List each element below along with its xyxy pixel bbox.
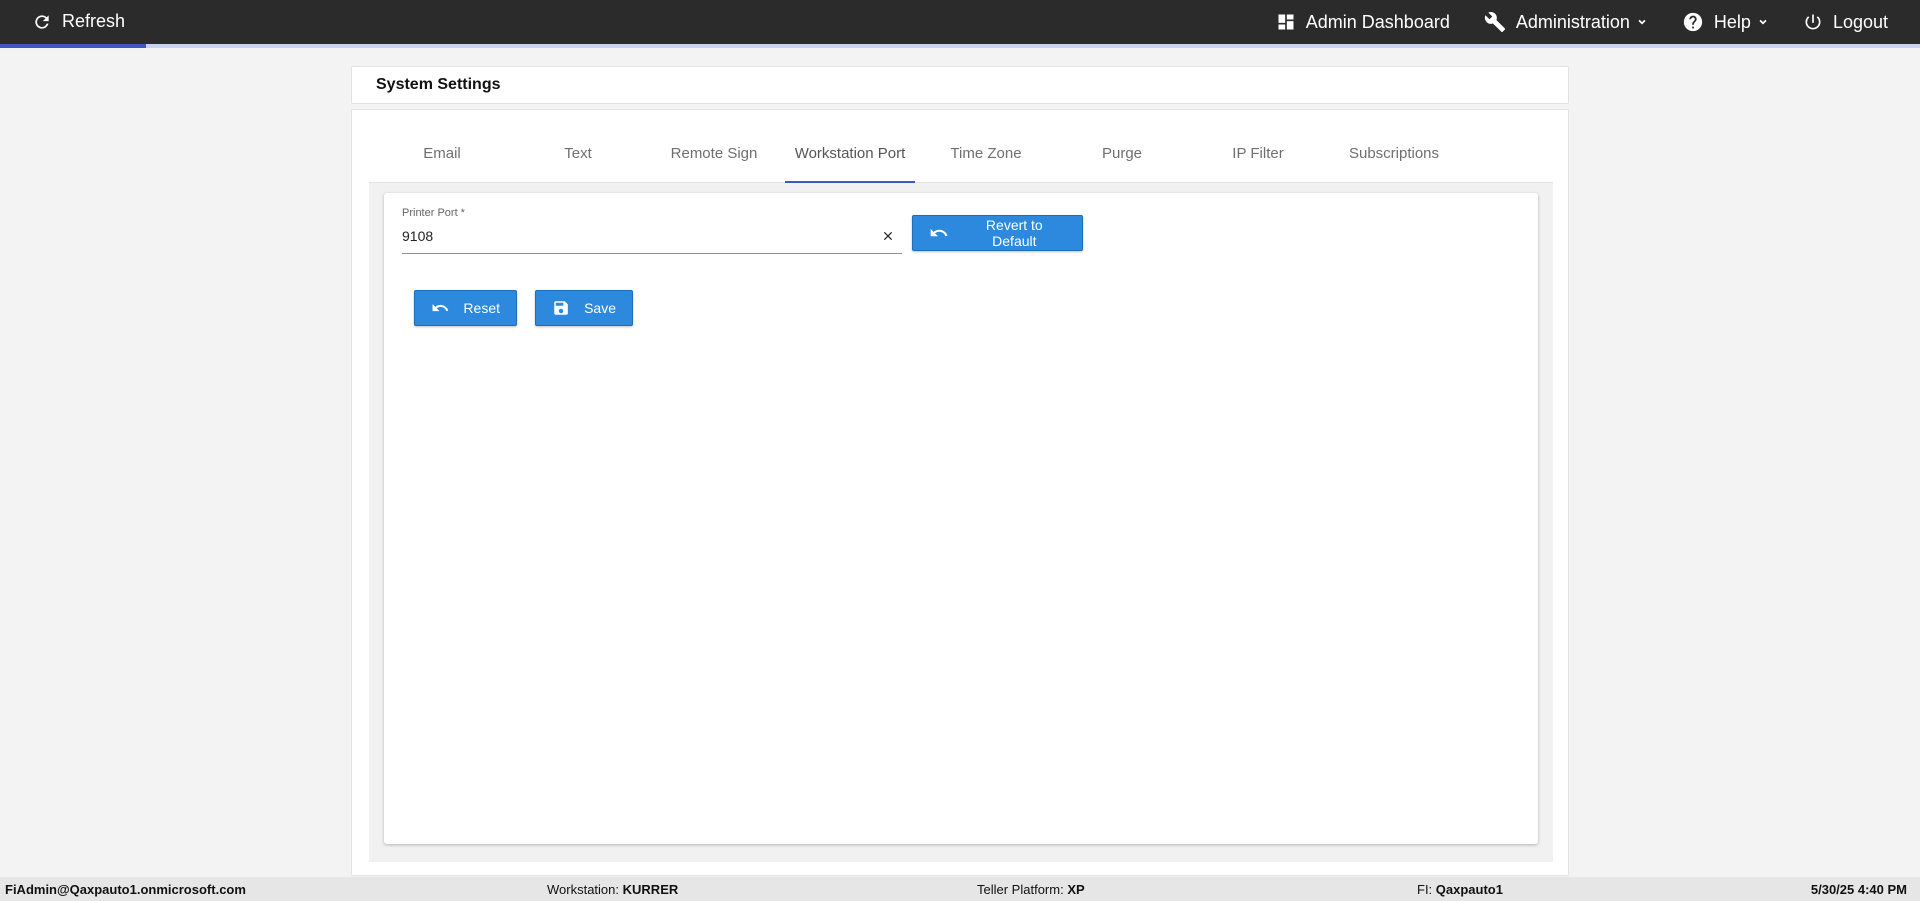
status-footer: FiAdmin@Qaxpauto1.onmicrosoft.com Workst… bbox=[0, 877, 1920, 901]
chevron-down-icon bbox=[1759, 19, 1767, 25]
tab-remote-sign[interactable]: Remote Sign bbox=[649, 145, 779, 183]
page-header: System Settings bbox=[351, 66, 1569, 104]
tab-ip-filter[interactable]: IP Filter bbox=[1193, 145, 1323, 183]
tab-subscriptions[interactable]: Subscriptions bbox=[1329, 145, 1459, 183]
administration-label: Administration bbox=[1515, 11, 1630, 32]
printer-port-input[interactable] bbox=[402, 225, 862, 247]
clear-input-button[interactable] bbox=[878, 226, 898, 246]
footer-teller-platform: Teller Platform: XP bbox=[977, 882, 1085, 897]
page-title: System Settings bbox=[376, 76, 501, 93]
logout-button[interactable]: Logout bbox=[1803, 12, 1888, 33]
revert-to-default-button[interactable]: Revert to Default bbox=[912, 215, 1083, 251]
tab-workstation-port[interactable]: Workstation Port bbox=[785, 145, 915, 183]
footer-fi: FI: Qaxpauto1 bbox=[1417, 882, 1503, 897]
chevron-down-icon bbox=[1638, 19, 1646, 25]
footer-workstation: Workstation: KURRER bbox=[547, 882, 679, 897]
help-icon bbox=[1683, 12, 1703, 32]
tab-time-zone[interactable]: Time Zone bbox=[921, 145, 1051, 183]
refresh-button[interactable]: Refresh bbox=[32, 11, 125, 32]
undo-icon bbox=[930, 228, 948, 237]
help-label: Help bbox=[1713, 11, 1751, 32]
printer-port-field: Printer Port * bbox=[402, 207, 902, 254]
save-label: Save bbox=[584, 300, 616, 316]
reset-label: Reset bbox=[463, 300, 500, 316]
close-icon bbox=[883, 231, 893, 241]
administration-menu[interactable]: Administration bbox=[1484, 11, 1648, 33]
save-button[interactable]: Save bbox=[535, 290, 633, 326]
help-menu[interactable]: Help bbox=[1682, 11, 1769, 33]
save-icon bbox=[554, 301, 568, 315]
loading-progress-fill bbox=[0, 44, 146, 48]
settings-card: Email Text Remote Sign Workstation Port … bbox=[351, 109, 1569, 876]
wrench-icon bbox=[1484, 12, 1505, 33]
tab-purge[interactable]: Purge bbox=[1057, 145, 1187, 183]
admin-dashboard-label: Admin Dashboard bbox=[1305, 11, 1450, 32]
logout-label: Logout bbox=[1832, 11, 1888, 32]
tab-text[interactable]: Text bbox=[513, 145, 643, 183]
settings-tabs: Email Text Remote Sign Workstation Port … bbox=[369, 110, 1553, 183]
admin-dashboard-button[interactable]: Admin Dashboard bbox=[1276, 12, 1450, 33]
top-bar: Refresh Admin Dashboard Administration H… bbox=[0, 0, 1920, 44]
workstation-port-panel: Printer Port * Revert to Default Reset S… bbox=[384, 193, 1538, 844]
power-icon bbox=[1805, 14, 1821, 30]
reset-button[interactable]: Reset bbox=[414, 290, 517, 326]
footer-user: FiAdmin@Qaxpauto1.onmicrosoft.com bbox=[5, 882, 246, 897]
printer-port-label: Printer Port * bbox=[402, 207, 465, 219]
footer-datetime: 5/30/25 4:40 PM bbox=[1810, 882, 1907, 897]
dashboard-icon bbox=[1278, 14, 1294, 30]
refresh-label: Refresh bbox=[62, 11, 126, 31]
refresh-icon bbox=[35, 14, 49, 29]
tab-email[interactable]: Email bbox=[377, 145, 507, 183]
undo-icon bbox=[432, 304, 449, 312]
loading-progress-bar bbox=[0, 44, 1920, 48]
revert-label: Revert to Default bbox=[985, 217, 1043, 249]
